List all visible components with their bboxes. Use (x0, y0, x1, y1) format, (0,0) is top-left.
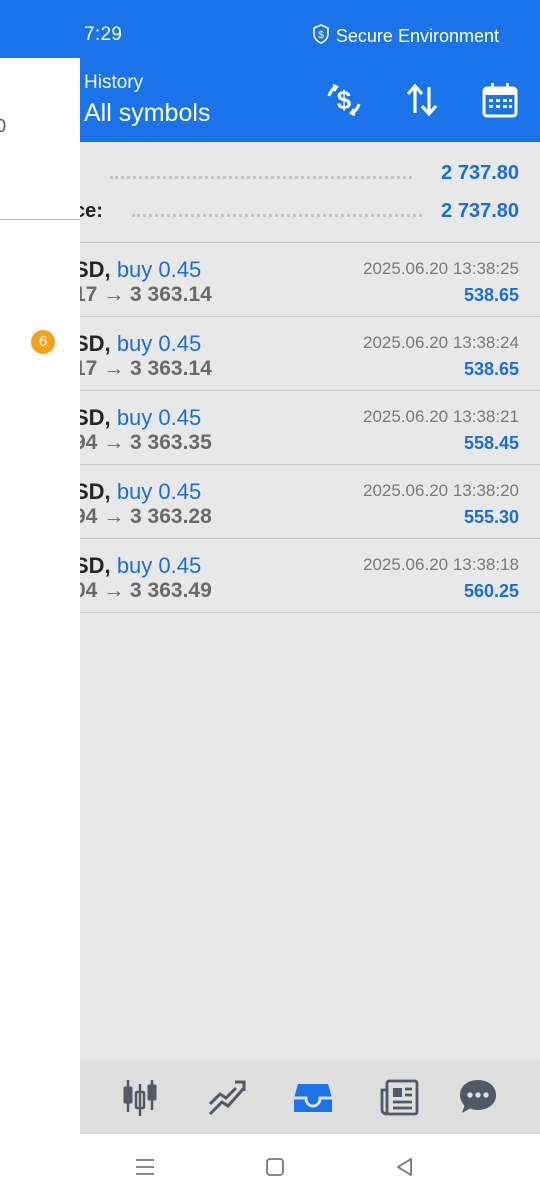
deal-prices: 94 → 3 363.28 (80, 505, 212, 529)
deal-profit: 558.45 (463, 433, 519, 453)
deal-symbol: SD, (80, 331, 111, 356)
system-nav-bar (0, 1134, 540, 1200)
quotes-candles-icon[interactable] (119, 1076, 161, 1118)
trade-chart-icon[interactable] (206, 1076, 248, 1118)
deal-open-price: 94 (80, 505, 98, 528)
app-bar: History All symbols $ (80, 58, 540, 142)
deal-symbol-line: SD, buy 0.45 (80, 553, 201, 579)
deal-symbol-line: SD, buy 0.45 (80, 257, 201, 283)
shield-dollar-icon: $ (312, 24, 330, 49)
deal-time: 2025.06.20 13:38:21 (363, 407, 519, 426)
deal-profit: 555.30 (463, 507, 519, 527)
deal-open-price: 17 (80, 357, 98, 380)
summary-block: 2 737.80 ce: 2 737.80 (80, 142, 540, 242)
svg-text:$: $ (318, 30, 324, 41)
deal-time: 2025.06.20 13:38:18 (363, 555, 519, 574)
summary-row: 2 737.80 (80, 162, 540, 192)
deal-time: 2025.06.20 13:38:20 (363, 481, 519, 500)
page-title[interactable]: All symbols (84, 99, 210, 128)
deal-row[interactable]: SD, buy 0.45 94 → 3 363.28 2025.06.20 13… (80, 465, 540, 538)
status-bar: 7:29 $ Secure Environment (0, 0, 540, 58)
dotted-leader (132, 214, 422, 217)
deal-symbol-line: SD, buy 0.45 (80, 331, 201, 357)
deal-prices: 94 → 3 363.35 (80, 431, 212, 455)
deal-time: 2025.06.20 13:38:24 (363, 333, 519, 352)
deal-open-price: 17 (80, 283, 98, 306)
deal-row[interactable]: SD, buy 0.45 17 → 3 363.14 2025.06.20 13… (80, 243, 540, 316)
sort-icon[interactable] (402, 80, 442, 120)
svg-text:$: $ (337, 85, 352, 115)
drawer-divider (0, 219, 80, 220)
deal-row[interactable]: SD, buy 0.45 04 → 3 363.49 2025.06.20 13… (80, 539, 540, 612)
status-time: 7:29 (84, 24, 123, 45)
deal-symbol-line: SD, buy 0.45 (80, 405, 201, 431)
bottom-nav (80, 1060, 540, 1134)
deal-open-price: 04 (80, 579, 98, 602)
deal-prices: 17 → 3 363.14 (80, 357, 212, 381)
deal-symbol: SD, (80, 553, 111, 578)
summary-value: 2 737.80 (441, 200, 519, 222)
arrow-icon: → (103, 505, 125, 528)
deal-profit: 538.65 (463, 359, 519, 379)
home-icon[interactable] (262, 1154, 288, 1180)
arrow-icon: → (103, 357, 125, 380)
summary-row: ce: 2 737.80 (80, 200, 540, 230)
deal-profit: 538.65 (463, 285, 519, 305)
deal-type: buy 0.45 (116, 331, 202, 356)
deal-type: buy 0.45 (116, 553, 202, 578)
deal-close-price: 3 363.35 (130, 431, 212, 454)
back-icon[interactable] (392, 1154, 418, 1180)
history-inbox-icon[interactable] (292, 1076, 334, 1118)
deal-prices: 17 → 3 363.14 (80, 283, 212, 307)
deal-symbol: SD, (80, 257, 111, 282)
side-drawer[interactable]: 0 6 (0, 58, 81, 1134)
deal-type: buy 0.45 (116, 257, 202, 282)
currency-exchange-icon[interactable]: $ (324, 80, 364, 120)
page-subtitle: History (84, 72, 144, 93)
deal-row[interactable]: SD, buy 0.45 94 → 3 363.35 2025.06.20 13… (80, 391, 540, 464)
drawer-partial-text: 0 (0, 116, 7, 136)
menu-icon[interactable] (132, 1154, 158, 1180)
secure-environment: $ Secure Environment (312, 24, 499, 49)
summary-value: 2 737.80 (441, 162, 519, 184)
divider (80, 612, 540, 613)
calendar-icon[interactable] (480, 80, 520, 120)
deal-symbol: SD, (80, 405, 111, 430)
arrow-icon: → (103, 431, 125, 454)
deal-close-price: 3 363.28 (130, 505, 212, 528)
deal-close-price: 3 363.49 (130, 579, 212, 602)
notification-badge[interactable]: 6 (31, 330, 55, 354)
news-icon[interactable] (379, 1076, 421, 1118)
secure-label: Secure Environment (335, 26, 499, 46)
deal-symbol: SD, (80, 479, 111, 504)
history-panel: History All symbols $ 2 737.80 e: 2 737.… (80, 58, 540, 1134)
deal-symbol-line: SD, buy 0.45 (80, 479, 201, 505)
deal-row[interactable]: SD, buy 0.45 17 → 3 363.14 2025.06.20 13… (80, 317, 540, 390)
deal-close-price: 3 363.14 (130, 357, 212, 380)
arrow-icon: → (103, 283, 125, 306)
summary-label: ce: (80, 200, 103, 222)
deal-prices: 04 → 3 363.49 (80, 579, 212, 603)
deal-profit: 560.25 (463, 581, 519, 601)
chat-icon[interactable] (457, 1076, 499, 1118)
dotted-leader (110, 176, 412, 179)
deal-type: buy 0.45 (116, 405, 202, 430)
deal-open-price: 94 (80, 431, 98, 454)
deal-close-price: 3 363.14 (130, 283, 212, 306)
deal-type: buy 0.45 (116, 479, 202, 504)
deal-time: 2025.06.20 13:38:25 (363, 259, 519, 278)
arrow-icon: → (103, 579, 125, 602)
